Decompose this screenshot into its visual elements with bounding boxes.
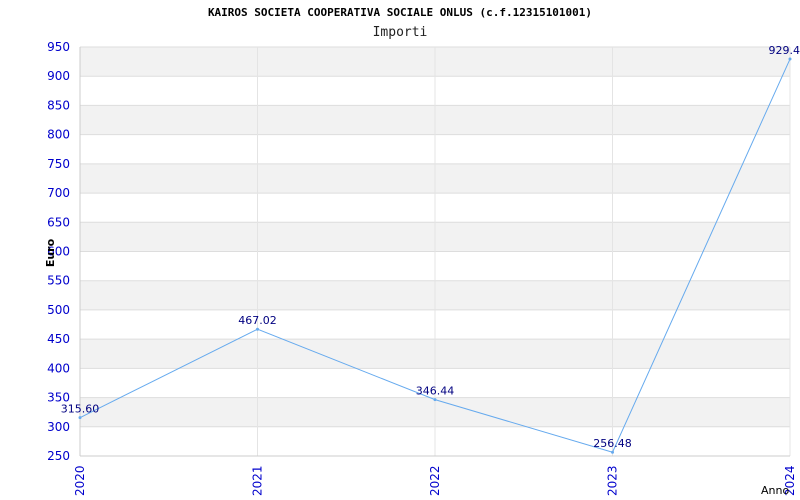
x-tick-label: 2021: [251, 465, 265, 496]
plot-area: 2503003504004505005506006507007508008509…: [44, 40, 800, 497]
y-tick-label: 900: [47, 69, 70, 83]
x-axis-title: Anno: [761, 484, 789, 497]
x-tick-label: 2020: [73, 465, 87, 496]
data-label: 346.44: [416, 385, 455, 398]
y-tick-label: 800: [47, 128, 70, 142]
y-tick-label: 850: [47, 98, 70, 112]
x-tick-label: 2022: [428, 465, 442, 496]
data-point: [611, 450, 614, 454]
y-tick-label: 950: [47, 40, 70, 54]
y-tick-label: 500: [47, 303, 70, 317]
y-tick-label: 450: [47, 332, 70, 346]
data-point: [256, 327, 259, 331]
y-tick-label: 400: [47, 361, 70, 375]
data-label: 467.02: [238, 314, 277, 327]
y-tick-label: 650: [47, 215, 70, 229]
y-tick-label: 550: [47, 274, 70, 288]
data-label: 315.60: [61, 403, 100, 416]
x-tick-label: 2023: [606, 465, 620, 496]
y-tick-label: 300: [47, 420, 70, 434]
data-point: [433, 398, 437, 402]
y-axis-title: Euro: [44, 238, 57, 267]
data-label: 929.4: [769, 44, 800, 57]
y-tick-label: 250: [47, 449, 70, 463]
data-point: [788, 57, 792, 61]
y-tick-label: 750: [47, 157, 70, 171]
data-point: [78, 416, 82, 420]
data-label: 256.48: [593, 437, 632, 450]
chart: KAIROS SOCIETA COOPERATIVA SOCIALE ONLUS…: [0, 0, 800, 500]
y-tick-label: 700: [47, 186, 70, 200]
